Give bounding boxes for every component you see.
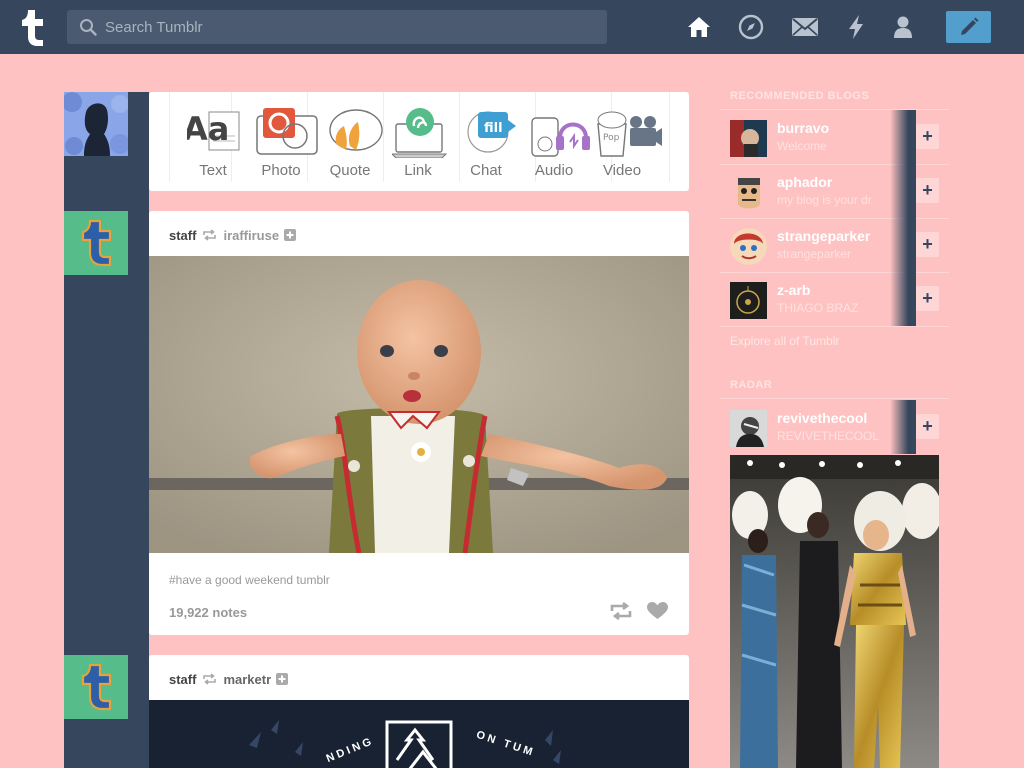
headphones-icon <box>531 117 590 157</box>
recommended-blog-row[interactable]: strangeparker strangeparker + <box>720 218 949 272</box>
reblog-icon <box>203 673 217 685</box>
svg-text:Pop: Pop <box>603 133 620 143</box>
blog-name[interactable]: revivethecool <box>777 410 867 426</box>
quote-hands-icon <box>329 109 383 151</box>
post-type-text[interactable]: Aa Text <box>175 92 251 191</box>
svg-text:Aa: Aa <box>187 110 229 148</box>
tumblr-t-logo-icon <box>64 655 128 719</box>
blog-name[interactable]: burravo <box>777 120 829 136</box>
follow-button[interactable]: + <box>916 414 939 439</box>
search-icon <box>80 19 97 36</box>
search-input[interactable] <box>105 10 595 44</box>
recommended-blog-row[interactable]: z-arb THIAGO BRAZ + <box>720 272 949 326</box>
video-camera-icon: Pop <box>597 111 662 157</box>
post-tags[interactable]: #have a good weekend tumblr <box>169 573 330 587</box>
blog-name[interactable]: z-arb <box>777 282 810 298</box>
user-avatar[interactable] <box>64 92 128 156</box>
post-type-audio[interactable]: Audio <box>516 92 592 191</box>
search-bar[interactable] <box>67 10 607 44</box>
blog-avatar[interactable] <box>730 120 767 157</box>
radar-post-image[interactable] <box>730 455 939 768</box>
post-notes-count[interactable]: 19,922 notes <box>169 605 247 620</box>
blog-avatar[interactable] <box>730 282 767 319</box>
post-type-photo[interactable]: Photo <box>243 92 319 191</box>
follow-plus-icon[interactable] <box>276 673 289 685</box>
activity-lightning-icon[interactable] <box>842 13 870 41</box>
reblog-source[interactable]: marketr <box>223 672 271 687</box>
like-heart-icon[interactable] <box>647 602 668 620</box>
recommended-blog-row[interactable]: aphador my blog is your dr + <box>720 164 949 218</box>
post-type-chat[interactable]: fill Chat <box>448 92 524 191</box>
blog-avatar[interactable] <box>730 174 767 211</box>
radar-blog-row[interactable]: revivethecool REVIVETHECOOL + <box>720 400 949 454</box>
camera-icon <box>256 108 318 155</box>
fade <box>890 272 916 326</box>
post-card-2: staff marketr NDING ON TUM <box>149 655 689 768</box>
post-author[interactable]: staff <box>169 228 196 243</box>
staff-avatar[interactable] <box>64 211 128 275</box>
follow-button[interactable]: + <box>916 286 939 311</box>
recommended-blog-row[interactable]: burravo Welcome + <box>720 110 949 164</box>
follow-button[interactable]: + <box>916 178 939 203</box>
fade <box>890 218 916 272</box>
blog-avatar[interactable] <box>730 228 767 265</box>
post-type-video[interactable]: Pop Video <box>584 92 662 191</box>
fade <box>890 164 916 218</box>
chat-bubble-icon: fill <box>467 111 516 153</box>
top-navigation-bar <box>0 0 1024 54</box>
tumblr-t-logo-icon <box>64 211 128 275</box>
post-card: staff iraffiruse #have a good weekend tu… <box>149 211 689 635</box>
radar-title: RADAR <box>730 379 773 391</box>
post-type-link[interactable]: Link <box>380 92 456 191</box>
home-icon[interactable] <box>685 13 713 41</box>
messages-envelope-icon[interactable] <box>791 13 819 41</box>
recommended-blogs-title: RECOMMENDED BLOGS <box>730 90 870 102</box>
post-header: staff marketr <box>169 671 289 687</box>
blog-name[interactable]: strangeparker <box>777 228 870 244</box>
follow-button[interactable]: + <box>916 232 939 257</box>
account-person-icon[interactable] <box>889 13 917 41</box>
link-laptop-icon <box>392 108 448 158</box>
explore-all-link[interactable]: Explore all of Tumblr <box>730 334 839 348</box>
post-photo[interactable] <box>149 256 689 553</box>
pencil-icon <box>960 17 978 35</box>
follow-button[interactable]: + <box>916 124 939 149</box>
follow-plus-icon[interactable] <box>284 229 297 241</box>
compose-post-button[interactable] <box>946 11 991 43</box>
explore-compass-icon[interactable] <box>737 13 765 41</box>
post-author[interactable]: staff <box>169 672 196 687</box>
text-aa-icon: Aa <box>187 110 240 151</box>
post-banner-image[interactable]: NDING ON TUM <box>149 700 689 768</box>
blog-name[interactable]: aphador <box>777 174 832 190</box>
fade <box>890 400 916 454</box>
reblog-icon <box>203 229 217 241</box>
svg-text:fill: fill <box>484 121 503 136</box>
fade <box>890 110 916 164</box>
divider <box>720 398 949 399</box>
new-post-type-selector: Aa Text Photo Quote Link fill Chat Audio… <box>149 92 689 191</box>
blog-avatar[interactable] <box>730 410 767 447</box>
staff-avatar-2[interactable] <box>64 655 128 719</box>
post-header: staff iraffiruse <box>169 227 297 243</box>
divider <box>720 326 949 327</box>
reblog-source[interactable]: iraffiruse <box>223 228 279 243</box>
post-type-quote[interactable]: Quote <box>312 92 388 191</box>
tumblr-logo[interactable] <box>18 8 50 46</box>
reblog-button-icon[interactable] <box>610 602 632 620</box>
